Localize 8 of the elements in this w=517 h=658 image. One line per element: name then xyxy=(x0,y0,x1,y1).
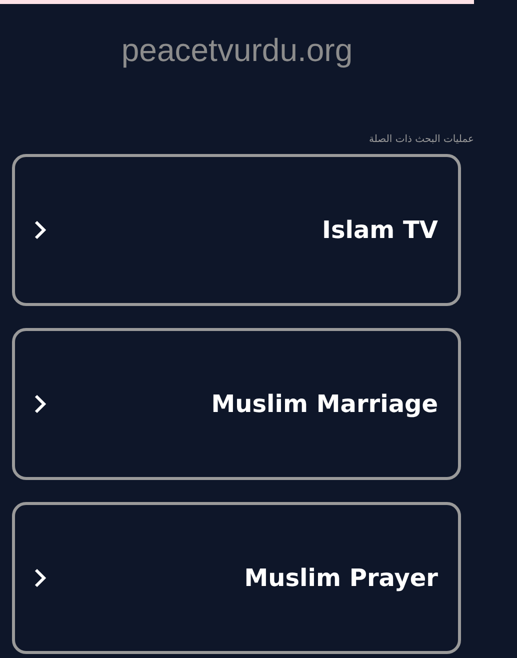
site-title: peacetvurdu.org xyxy=(121,31,353,70)
chevron-right-icon xyxy=(33,393,47,415)
related-searches-label: عمليات البحث ذات الصلة xyxy=(368,133,474,147)
related-search-link[interactable]: Islam TV xyxy=(12,154,461,306)
chevron-right-icon xyxy=(33,219,47,241)
related-search-link[interactable]: Muslim Marriage xyxy=(12,328,461,480)
related-search-link[interactable]: Muslim Prayer xyxy=(12,502,461,654)
chevron-right-icon xyxy=(33,567,47,589)
